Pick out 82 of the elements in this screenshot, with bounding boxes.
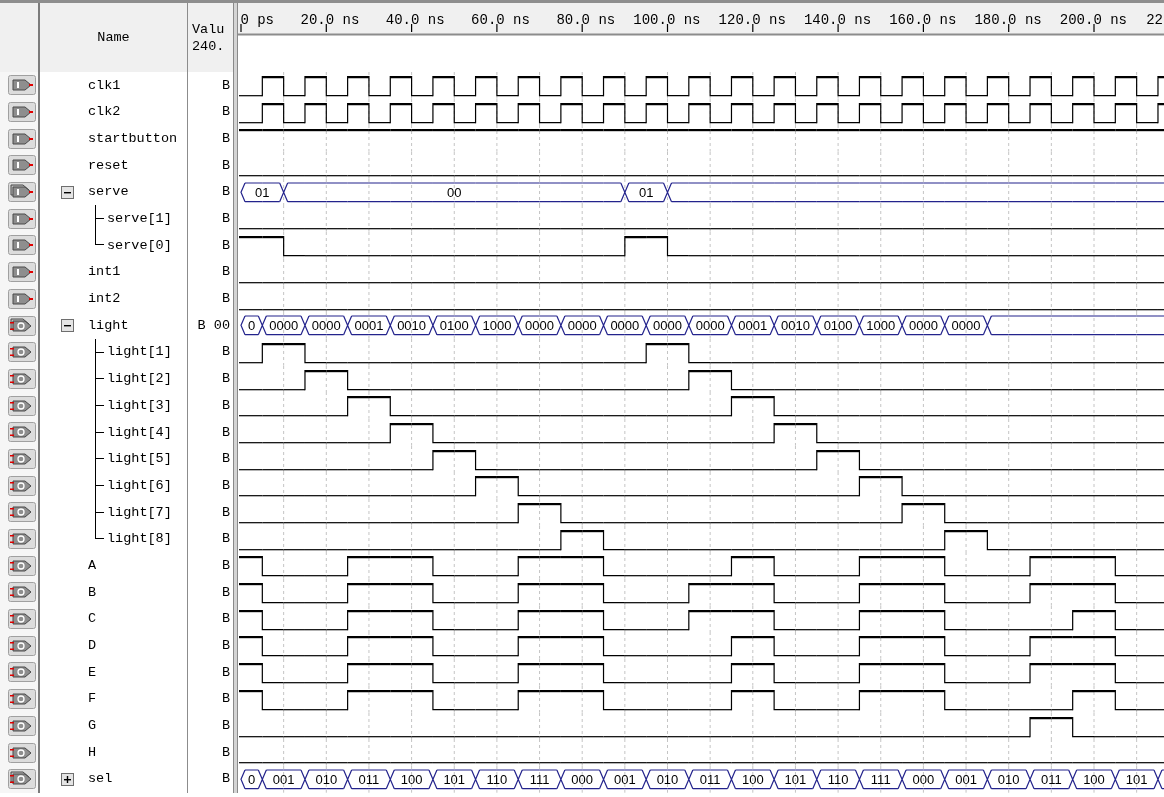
signal-value: B xyxy=(221,664,230,681)
signal-value: B xyxy=(221,531,230,547)
time-label: 120.0 ns xyxy=(718,12,786,28)
bus-value: 0100 xyxy=(439,318,469,334)
bus-value: 0000 xyxy=(653,318,682,334)
bus-value: 111 xyxy=(870,771,891,787)
signal-value: B xyxy=(221,184,230,200)
signal-value: B xyxy=(221,744,230,761)
signal-value: B xyxy=(221,371,230,387)
signal-value: B xyxy=(221,504,230,521)
bus-value: 000 xyxy=(571,771,594,787)
signal-value: B xyxy=(221,691,230,707)
bus-value: 0000 xyxy=(951,318,981,334)
bus-value: 0001 xyxy=(354,318,384,334)
signal-value: B xyxy=(221,157,230,174)
bus-value: 011 xyxy=(1041,771,1062,787)
time-label: 40.0 ns xyxy=(385,12,445,28)
bus-value: 00 xyxy=(447,184,462,200)
bus-value: 0000 xyxy=(311,318,341,334)
bus-value: 101 xyxy=(443,771,466,787)
time-label: 80.0 ns xyxy=(556,12,616,28)
signal-value: B xyxy=(221,104,230,120)
signal-value: B xyxy=(221,451,230,467)
signal-value: B xyxy=(221,237,230,254)
signal-value: B xyxy=(221,291,230,307)
signal-value: B 00 xyxy=(197,317,230,334)
bus-value: 111 xyxy=(529,771,550,787)
bus-value: 101 xyxy=(784,771,807,787)
signal-value: B xyxy=(221,638,230,654)
bus-value: 100 xyxy=(1083,771,1105,787)
bus-value: 0000 xyxy=(567,318,597,334)
bus-value: 000 xyxy=(912,771,935,787)
bus-value: 101 xyxy=(1125,771,1148,787)
bus-value: 0010 xyxy=(397,318,427,334)
bus-value: 001 xyxy=(614,771,636,787)
time-label: 60.0 ns xyxy=(471,12,530,28)
signal-value: B xyxy=(221,477,230,494)
time-label: 160.0 ns xyxy=(889,12,957,28)
bus-value: 0001 xyxy=(738,318,768,334)
bus-value: 01 xyxy=(255,184,270,200)
signal-value: B xyxy=(221,424,230,441)
bus-value: 0000 xyxy=(269,318,299,334)
signal-value: B xyxy=(221,344,230,360)
bus-value: 001 xyxy=(955,771,977,787)
bus-value: 011 xyxy=(699,771,721,787)
time-label: 20.0 ns xyxy=(300,12,360,28)
bus-value: 0100 xyxy=(823,318,853,334)
bus-value: 001 xyxy=(272,771,295,787)
signal-value: B xyxy=(221,130,230,147)
time-label: 100.0 ns xyxy=(633,12,701,28)
bus-value: 01 xyxy=(638,184,654,200)
bus-value: 0000 xyxy=(610,318,640,334)
bus-value: 0000 xyxy=(908,318,938,334)
bus-value: 110 xyxy=(486,771,508,787)
time-label: 180.0 ns xyxy=(974,12,1042,28)
time-label: 22 xyxy=(1146,12,1163,28)
time-label: 200.0 ns xyxy=(1059,12,1127,28)
signal-value: B xyxy=(221,557,230,574)
time-label: 140.0 ns xyxy=(803,12,872,28)
bus-value: 0000 xyxy=(525,318,554,334)
bus-value: 0 xyxy=(248,771,256,787)
signal-value: B xyxy=(221,771,230,787)
bus-value: 0 xyxy=(248,318,256,334)
time-label: 0 ps xyxy=(240,12,274,28)
bus-value: 010 xyxy=(315,771,338,787)
signal-value: B xyxy=(221,397,230,414)
bus-value: 110 xyxy=(827,771,849,787)
bus-value: 0000 xyxy=(695,318,725,334)
bus-value: 010 xyxy=(997,771,1020,787)
signal-value: B xyxy=(221,718,230,734)
signal-value: B xyxy=(221,264,230,280)
signal-value: B xyxy=(221,611,230,627)
bus-value: 1000 xyxy=(866,318,896,334)
bus-value: 100 xyxy=(741,771,764,787)
signal-value: B xyxy=(221,211,230,227)
bus-value: 010 xyxy=(656,771,679,787)
bus-value: 011 xyxy=(358,771,380,787)
bus-value: 0010 xyxy=(781,318,810,334)
signal-value: B xyxy=(221,584,230,601)
signal-value: B xyxy=(221,77,230,94)
bus-value: 100 xyxy=(400,771,423,787)
bus-value: 1000 xyxy=(482,318,512,334)
